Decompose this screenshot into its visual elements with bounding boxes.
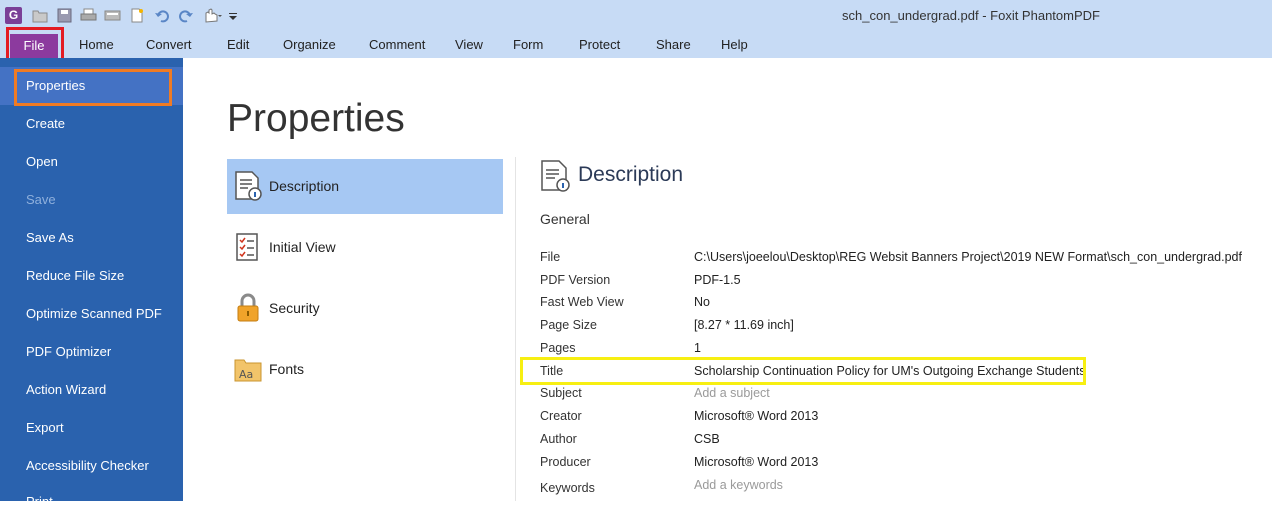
sidebar-item-pdf-optimizer[interactable]: PDF Optimizer xyxy=(0,333,183,371)
property-row-title: Title Scholarship Continuation Policy fo… xyxy=(540,364,1260,384)
category-label: Initial View xyxy=(269,239,336,255)
sidebar-item-open[interactable]: Open xyxy=(0,143,183,181)
foxit-logo-icon[interactable]: G xyxy=(5,7,22,24)
new-icon[interactable] xyxy=(128,7,145,24)
panel-divider xyxy=(515,157,516,501)
fonts-folder-icon: Aa xyxy=(234,359,262,382)
property-row-author: Author CSB xyxy=(540,432,1260,452)
property-value: PDF-1.5 xyxy=(694,273,741,287)
sidebar-item-export[interactable]: Export xyxy=(0,409,183,447)
window-title: sch_con_undergrad.pdf - Foxit PhantomPDF xyxy=(842,8,1100,23)
description-heading: Description xyxy=(578,163,684,186)
title-field[interactable]: Scholarship Continuation Policy for UM's… xyxy=(694,364,1086,378)
tab-form[interactable]: Form xyxy=(513,32,543,58)
sidebar-item-create[interactable]: Create xyxy=(0,105,183,143)
customize-dropdown-icon[interactable] xyxy=(228,7,238,24)
property-value: C:\Users\joeelou\Desktop\REG Websit Bann… xyxy=(694,250,1242,264)
property-value: No xyxy=(694,295,710,309)
tab-organize[interactable]: Organize xyxy=(283,32,336,58)
page-title: Properties xyxy=(227,97,405,140)
save-icon[interactable] xyxy=(56,7,73,24)
tab-protect[interactable]: Protect xyxy=(579,32,620,58)
undo-icon[interactable] xyxy=(154,7,171,24)
redo-icon[interactable] xyxy=(177,7,194,24)
sidebar-item-accessibility-checker[interactable]: Accessibility Checker xyxy=(0,447,183,485)
category-label: Description xyxy=(269,178,340,194)
property-key: PDF Version xyxy=(540,273,611,287)
sidebar-item-save[interactable]: Save xyxy=(0,181,183,219)
property-key: Producer xyxy=(540,455,591,469)
scan-icon[interactable] xyxy=(104,7,121,24)
security-lock-icon xyxy=(237,293,259,322)
tab-file[interactable]: File xyxy=(10,34,58,60)
category-description[interactable]: Description xyxy=(227,159,503,214)
property-key: Keywords xyxy=(540,481,595,495)
property-row-fast-web-view: Fast Web View No xyxy=(540,295,1260,315)
general-section-label: General xyxy=(540,211,590,227)
property-row-pages: Pages 1 xyxy=(540,341,1260,361)
hand-tool-icon[interactable] xyxy=(201,7,223,24)
sidebar-item-optimize-scanned-pdf[interactable]: Optimize Scanned PDF xyxy=(0,295,183,333)
property-row-file: File C:\Users\joeelou\Desktop\REG Websit… xyxy=(540,250,1260,270)
tab-edit[interactable]: Edit xyxy=(227,32,249,58)
keywords-field[interactable]: Add a keywords xyxy=(694,478,783,492)
description-icon xyxy=(235,171,262,201)
property-key: Author xyxy=(540,432,577,446)
open-folder-icon[interactable] xyxy=(32,7,49,24)
initial-view-icon xyxy=(236,233,258,261)
category-label: Security xyxy=(269,300,320,316)
property-row-pdf-version: PDF Version PDF-1.5 xyxy=(540,273,1260,293)
tab-share[interactable]: Share xyxy=(656,32,691,58)
property-value: 1 xyxy=(694,341,701,355)
sidebar-item-save-as[interactable]: Save As xyxy=(0,219,183,257)
tab-comment[interactable]: Comment xyxy=(369,32,425,58)
property-row-page-size: Page Size [8.27 * 11.69 inch] xyxy=(540,318,1260,338)
subject-field[interactable]: Add a subject xyxy=(694,386,770,400)
sidebar-item-action-wizard[interactable]: Action Wizard xyxy=(0,371,183,409)
print-icon[interactable] xyxy=(80,7,97,24)
sidebar-item-print[interactable]: Print xyxy=(26,494,53,506)
title-bar: G sch_con_undergrad.pdf - Foxit PhantomP… xyxy=(0,0,1272,32)
property-value: [8.27 * 11.69 inch] xyxy=(694,318,794,332)
property-key: File xyxy=(540,250,561,264)
sidebar-item-properties[interactable]: Properties xyxy=(0,67,183,105)
description-icon xyxy=(541,160,570,192)
ribbon-tab-bar: File Home Convert Edit Organize Comment … xyxy=(0,32,1272,60)
property-key: Page Size xyxy=(540,318,597,332)
property-value: Microsoft® Word 2013 xyxy=(694,409,819,423)
category-security[interactable]: Security xyxy=(227,281,503,336)
tab-home[interactable]: Home xyxy=(79,32,114,58)
author-field[interactable]: CSB xyxy=(694,432,720,446)
category-fonts[interactable]: Aa Fonts xyxy=(227,342,503,397)
property-key: Subject xyxy=(540,386,582,400)
tab-help[interactable]: Help xyxy=(721,32,748,58)
property-key: Fast Web View xyxy=(540,295,624,309)
property-row-keywords: Keywords Add a keywords xyxy=(540,478,1260,499)
svg-text:Aa: Aa xyxy=(239,368,253,381)
property-key: Creator xyxy=(540,409,582,423)
property-key: Title xyxy=(540,364,564,378)
category-initial-view[interactable]: Initial View xyxy=(227,220,503,275)
property-value: Microsoft® Word 2013 xyxy=(694,455,819,469)
property-row-subject: Subject Add a subject xyxy=(540,386,1260,406)
tab-view[interactable]: View xyxy=(455,32,483,58)
property-row-producer: Producer Microsoft® Word 2013 xyxy=(540,455,1260,475)
sidebar-item-reduce-file-size[interactable]: Reduce File Size xyxy=(0,257,183,295)
category-label: Fonts xyxy=(269,361,305,377)
tab-convert[interactable]: Convert xyxy=(146,32,192,58)
property-key: Pages xyxy=(540,341,576,355)
backstage-sidebar: Properties Create Open Save Save As Redu… xyxy=(0,58,183,501)
property-row-creator: Creator Microsoft® Word 2013 xyxy=(540,409,1260,429)
